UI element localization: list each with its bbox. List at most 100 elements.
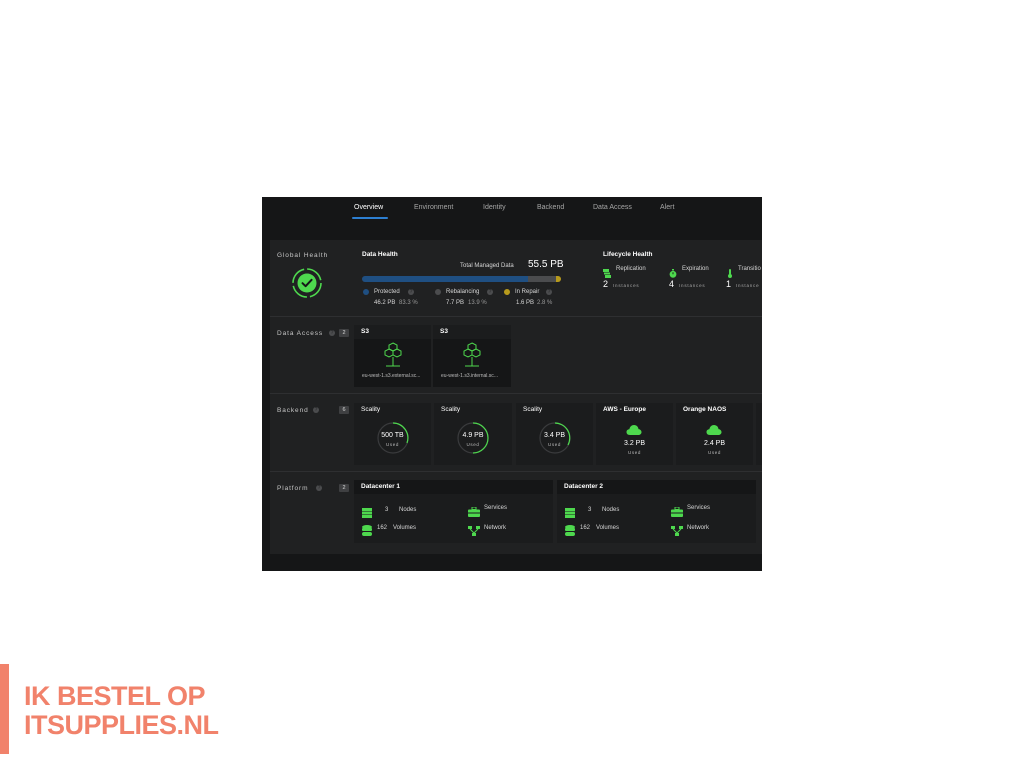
total-managed-value: 55.5 PB <box>528 259 564 270</box>
cloud-icon <box>706 423 722 435</box>
backend-count-badge: 6 <box>339 406 349 414</box>
network-icon <box>671 523 683 536</box>
protected-segment <box>362 276 528 282</box>
expiration-unit: Instances <box>679 283 706 288</box>
volumes-label: Volumes <box>596 525 620 531</box>
backend-card[interactable]: Scality 3.4 PB Used <box>516 403 593 465</box>
server-icon <box>362 505 372 518</box>
data-access-label: Data Access <box>277 330 324 337</box>
backend-card[interactable]: Scality 4.9 PB Used <box>434 403 512 465</box>
backend-used-value: 2.4 PB <box>703 440 725 447</box>
backend-card[interactable]: AWS - Europe 3.2 PB Used <box>596 403 673 465</box>
data-health-bar <box>362 276 561 282</box>
global-health-label: Global Health <box>277 252 329 259</box>
backend-help-icon[interactable]: ? <box>313 407 319 413</box>
cloud-icon <box>626 423 642 435</box>
backend-title: Scality <box>361 406 381 413</box>
backend-used-label: Used <box>466 442 480 447</box>
tab-backend[interactable]: Backend <box>537 204 564 211</box>
backend-title: Scality <box>441 406 461 413</box>
datacenter-card[interactable]: Datacenter 1 3 Nodes 162 Volumes Service… <box>354 480 553 543</box>
protected-percent: 83.3 % <box>399 300 418 306</box>
platform-help-icon[interactable]: ? <box>316 485 322 491</box>
check-circle-icon <box>291 267 323 299</box>
tab-environment[interactable]: Environment <box>414 204 453 211</box>
transition-unit: Instance <box>736 283 760 288</box>
nodes-count: 3 <box>588 507 592 513</box>
rebalancing-value: 7.7 PB <box>446 300 465 306</box>
nodes-count: 3 <box>385 507 389 513</box>
replication-label: Replication <box>616 266 646 272</box>
datacenter-title: Datacenter 1 <box>354 480 553 494</box>
backend-title: AWS - Europe <box>603 406 646 413</box>
endpoint-host: eu-west-1.s3.internal.sc... <box>441 373 498 379</box>
transition-count: 1 <box>726 279 732 289</box>
active-tab-indicator <box>352 217 388 219</box>
tab-data-access[interactable]: Data Access <box>593 204 632 211</box>
platform-label: Platform <box>277 485 309 492</box>
in-repair-label: In Repair <box>515 289 540 295</box>
datacenter-title: Datacenter 2 <box>557 480 756 494</box>
watermark-line-2: ITSUPPLIES.NL <box>24 710 219 740</box>
volumes-label: Volumes <box>393 525 417 531</box>
total-managed-label: Total Managed Data <box>460 263 514 269</box>
data-health-title: Data Health <box>362 251 398 258</box>
protected-help-icon[interactable]: ? <box>408 289 414 295</box>
in-repair-help-icon[interactable]: ? <box>546 289 552 295</box>
datacenter-card[interactable]: Datacenter 2 3 Nodes 162 Volumes Service… <box>557 480 756 543</box>
thermometer-icon <box>727 265 733 278</box>
backend-title: Orange NAOS <box>683 406 727 413</box>
replication-count: 2 <box>603 279 609 289</box>
tab-bar: Overview Environment Identity Backend Da… <box>262 197 762 239</box>
backend-used-label: Used <box>628 450 641 455</box>
data-access-help-icon[interactable]: ? <box>329 330 335 336</box>
nodes-label: Nodes <box>399 507 417 513</box>
endpoint-host: eu-west-1.s3.external.sc... <box>362 373 421 379</box>
backend-used-label: Used <box>548 442 561 447</box>
in-repair-percent: 2.8 % <box>537 300 553 306</box>
watermark-logo: IK BESTEL OP ITSUPPLIES.NL <box>0 664 240 754</box>
replication-unit: Instances <box>613 283 640 288</box>
backend-used-label: Used <box>386 442 399 447</box>
backend-card[interactable]: Scality 500 TB Used <box>354 403 431 465</box>
transition-label: Transitio <box>738 266 761 272</box>
divider <box>270 393 762 394</box>
cubes-network-icon <box>462 342 482 368</box>
protected-dot <box>363 289 369 295</box>
endpoint-title: S3 <box>354 325 431 339</box>
backend-used-value: 500 TB <box>381 432 404 439</box>
data-access-card[interactable]: S3 eu-west-1.s3.external.sc... <box>354 325 431 387</box>
tab-alert[interactable]: Alert <box>660 204 674 211</box>
in-repair-dot <box>504 289 510 295</box>
rebalancing-segment <box>528 276 556 282</box>
toolbox-icon <box>671 504 683 517</box>
lifecycle-title: Lifecycle Health <box>603 251 653 258</box>
dashboard-window: Overview Environment Identity Backend Da… <box>262 197 762 571</box>
backend-used-label: Used <box>708 450 721 455</box>
in-repair-segment <box>556 276 561 282</box>
services-label: Services <box>484 505 508 511</box>
protected-value: 46.2 PB <box>374 300 396 306</box>
tab-overview[interactable]: Overview <box>354 204 383 211</box>
expiration-count: 4 <box>669 279 675 289</box>
backend-card-partial[interactable] <box>756 403 762 465</box>
protected-label: Protected <box>374 289 400 295</box>
toolbox-icon <box>468 504 480 517</box>
data-access-card[interactable]: S3 eu-west-1.s3.internal.sc... <box>433 325 511 387</box>
divider <box>270 316 762 317</box>
endpoint-title: S3 <box>433 325 511 339</box>
expiration-label: Expiration <box>682 266 709 272</box>
backend-card[interactable]: Orange NAOS 2.4 PB Used <box>676 403 753 465</box>
database-icon <box>362 523 372 536</box>
backend-title: Scality <box>523 406 543 413</box>
replication-icon <box>603 265 611 278</box>
tab-identity[interactable]: Identity <box>483 204 506 211</box>
rebalancing-help-icon[interactable]: ? <box>487 289 493 295</box>
data-access-count-badge: 2 <box>339 329 349 337</box>
backend-used-value: 4.9 PB <box>462 432 484 439</box>
in-repair-value: 1.6 PB <box>516 300 535 306</box>
backend-label: Backend <box>277 407 309 414</box>
cubes-network-icon <box>383 342 403 368</box>
rebalancing-label: Rebalancing <box>446 289 480 295</box>
network-label: Network <box>484 525 507 531</box>
